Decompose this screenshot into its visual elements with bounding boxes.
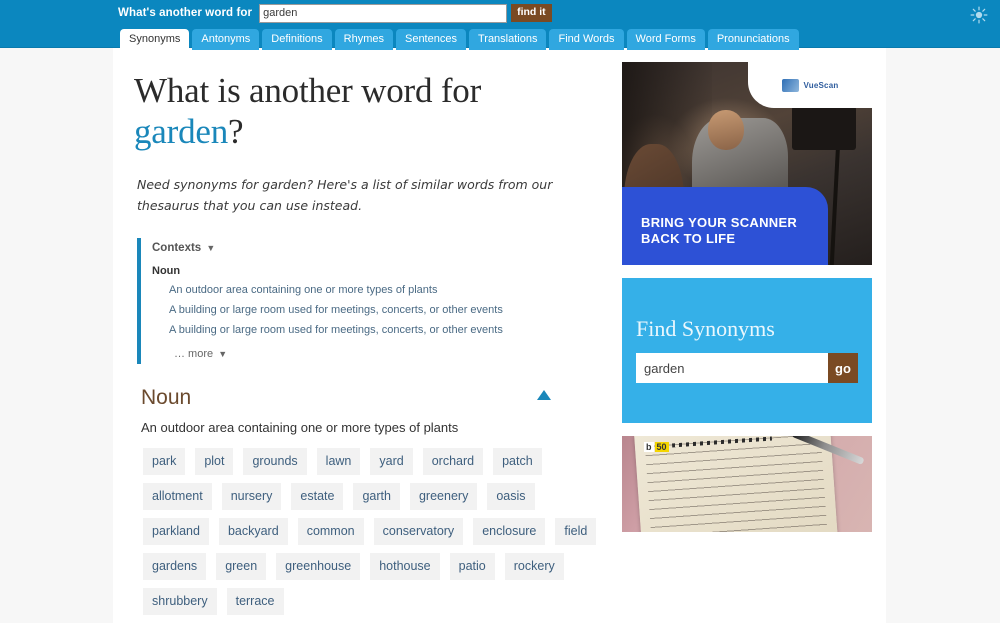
context-item[interactable]: An outdoor area containing one or more t…	[169, 284, 613, 297]
collapse-section-arrow-icon[interactable]	[537, 390, 551, 400]
ad-tagline-line1: BRING YOUR SCANNER	[641, 215, 798, 230]
contexts-more-toggle[interactable]: … more ▼	[174, 348, 613, 360]
tab-translations[interactable]: Translations	[468, 29, 547, 50]
ad-camera	[792, 106, 856, 150]
nav-tabs: Synonyms Antonyms Definitions Rhymes Sen…	[0, 28, 1000, 50]
synonym-chip[interactable]: greenhouse	[276, 553, 361, 580]
find-synonyms-widget: Find Synonyms go	[622, 278, 872, 423]
synonym-chip[interactable]: greenery	[409, 483, 478, 510]
sense-definition: An outdoor area containing one or more t…	[141, 420, 459, 435]
handwriting-lines	[644, 436, 828, 532]
synonym-chip[interactable]: patch	[493, 448, 542, 475]
synonym-chip[interactable]: grounds	[243, 448, 307, 475]
find-synonyms-input[interactable]	[636, 353, 828, 383]
search-label: What's another word for	[118, 7, 253, 19]
synonym-chip[interactable]: green	[216, 553, 267, 580]
top-bar: What's another word for find it Synonyms…	[0, 0, 1000, 50]
go-button[interactable]: go	[828, 353, 858, 383]
synonym-chip[interactable]: lawn	[316, 448, 361, 475]
chevron-down-icon: ▼	[218, 349, 228, 359]
synonym-chip[interactable]: garth	[353, 483, 400, 510]
synonym-chip[interactable]: estate	[291, 483, 344, 510]
sense-section: Noun An outdoor area containing one or m…	[134, 386, 613, 623]
ad-tagline-line2: BACK TO LIFE	[641, 231, 736, 246]
page-body: What is another word for garden? Need sy…	[0, 48, 1000, 623]
main-column: What is another word for garden? Need sy…	[113, 48, 613, 623]
tab-sentences[interactable]: Sentences	[395, 29, 466, 50]
synonym-chip[interactable]: oasis	[487, 483, 535, 510]
page-title-term: garden	[134, 112, 229, 151]
page-title-prefix: What is another word for	[134, 71, 482, 110]
ad-brand-plate: VueScan	[748, 62, 872, 108]
header-search-row: What's another word for find it	[0, 0, 1000, 24]
ad-person-right-head	[708, 110, 744, 150]
synonym-chip[interactable]: patio	[449, 553, 495, 580]
context-item[interactable]: A building or large room used for meetin…	[169, 324, 613, 337]
contexts-title-label: Contexts	[152, 242, 202, 254]
find-synonyms-form: go	[636, 353, 858, 383]
context-item[interactable]: A building or large room used for meetin…	[169, 304, 613, 317]
tab-definitions[interactable]: Definitions	[262, 29, 332, 50]
synonym-chip[interactable]: nursery	[221, 483, 282, 510]
find-synonyms-title: Find Synonyms	[636, 316, 775, 341]
synonym-chip[interactable]: terrace	[226, 588, 284, 615]
synonym-chip[interactable]: plot	[195, 448, 234, 475]
sidebar-column: VueScan BRING YOUR SCANNER BACK TO LIFE …	[613, 48, 886, 623]
synonym-chip[interactable]: allotment	[143, 483, 212, 510]
advertisement-banner[interactable]: VueScan BRING YOUR SCANNER BACK TO LIFE	[622, 62, 872, 265]
synonym-chip[interactable]: shrubbery	[143, 588, 217, 615]
chevron-down-icon: ▼	[206, 243, 216, 253]
synonym-chip[interactable]: hothouse	[370, 553, 440, 580]
tab-find-words[interactable]: Find Words	[549, 29, 624, 50]
lead-paragraph: Need synonyms for garden? Here's a list …	[137, 177, 553, 213]
content-card: What is another word for garden? Need sy…	[113, 48, 886, 623]
contexts-panel: Contexts ▼ Noun An outdoor area containi…	[137, 238, 613, 364]
vuescan-logo-icon	[781, 78, 799, 92]
contexts-pos-label: Noun	[152, 265, 181, 277]
synonym-chip[interactable]: gardens	[143, 553, 207, 580]
find-it-button[interactable]: find it	[511, 4, 552, 22]
contexts-more-label: … more	[174, 348, 214, 360]
handwriting-photo[interactable]: b 50	[622, 436, 872, 532]
photo-badge-second: 50	[654, 442, 669, 452]
sun-icon[interactable]	[970, 6, 988, 24]
tab-synonyms[interactable]: Synonyms	[120, 29, 190, 50]
photo-badge-first: b	[644, 442, 654, 452]
synonym-chip[interactable]: orchard	[422, 448, 484, 475]
synonym-chip[interactable]: park	[143, 448, 186, 475]
tab-rhymes[interactable]: Rhymes	[334, 29, 393, 50]
page-title: What is another word for garden?	[134, 70, 613, 152]
search-input[interactable]	[259, 3, 508, 23]
tab-word-forms[interactable]: Word Forms	[626, 29, 705, 50]
ad-tagline: BRING YOUR SCANNER BACK TO LIFE	[641, 215, 797, 247]
photo-badge: b 50	[644, 442, 669, 452]
synonym-chip[interactable]: rockery	[504, 553, 564, 580]
tab-pronunciations[interactable]: Pronunciations	[707, 29, 799, 50]
page-title-suffix: ?	[228, 112, 244, 151]
tab-antonyms[interactable]: Antonyms	[192, 29, 260, 50]
synonym-chip[interactable]: yard	[370, 448, 413, 475]
ad-brand-name: VueScan	[803, 80, 839, 90]
contexts-toggle[interactable]: Contexts ▼	[152, 240, 613, 256]
synonym-chip-list: park plot grounds lawn yard orchard patc…	[138, 448, 609, 623]
